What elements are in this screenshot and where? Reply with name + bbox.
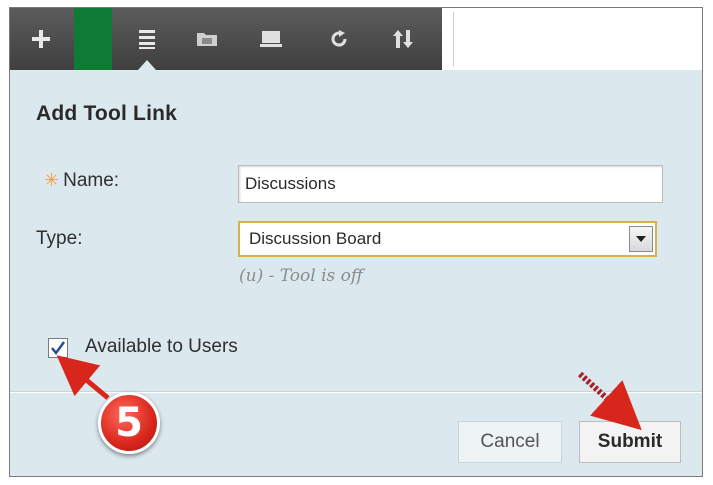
name-label-text: Name: xyxy=(63,170,120,191)
reorder-button[interactable] xyxy=(380,8,426,70)
type-label: Type: xyxy=(36,228,83,249)
checkmark-icon xyxy=(51,341,66,356)
course-menu-toolbar xyxy=(10,8,702,70)
toolbar-empty-area xyxy=(453,12,702,66)
dropdown-arrow-icon[interactable] xyxy=(629,226,653,252)
cancel-button[interactable]: Cancel xyxy=(458,421,562,463)
refresh-icon xyxy=(331,30,347,47)
refresh-button[interactable] xyxy=(316,8,362,70)
add-menu-item-button[interactable] xyxy=(18,8,64,70)
panel-title: Add Tool Link xyxy=(36,102,178,125)
step-number-badge: 5 xyxy=(98,392,160,454)
sort-icon xyxy=(393,30,413,48)
type-select[interactable]: Discussion Board xyxy=(238,221,657,257)
available-to-users-label[interactable]: Available to Users xyxy=(85,336,238,358)
toolbar-accent-strip xyxy=(74,8,112,70)
name-label: ✳ Name: xyxy=(44,170,119,192)
display-icon xyxy=(260,31,282,47)
display-view-button[interactable] xyxy=(248,8,294,70)
list-icon xyxy=(139,30,155,49)
type-select-value: Discussion Board xyxy=(249,229,382,248)
footer-divider xyxy=(10,391,702,393)
folder-view-button[interactable] xyxy=(184,8,230,70)
submit-button[interactable]: Submit xyxy=(579,421,681,463)
type-status-hint: (u) - Tool is off xyxy=(239,266,363,286)
required-icon: ✳ xyxy=(44,170,60,190)
available-to-users-checkbox[interactable] xyxy=(48,338,68,358)
name-input[interactable]: Discussions xyxy=(238,165,663,203)
active-tab-caret xyxy=(138,60,156,70)
folder-icon xyxy=(197,33,217,46)
plus-icon xyxy=(32,30,50,48)
